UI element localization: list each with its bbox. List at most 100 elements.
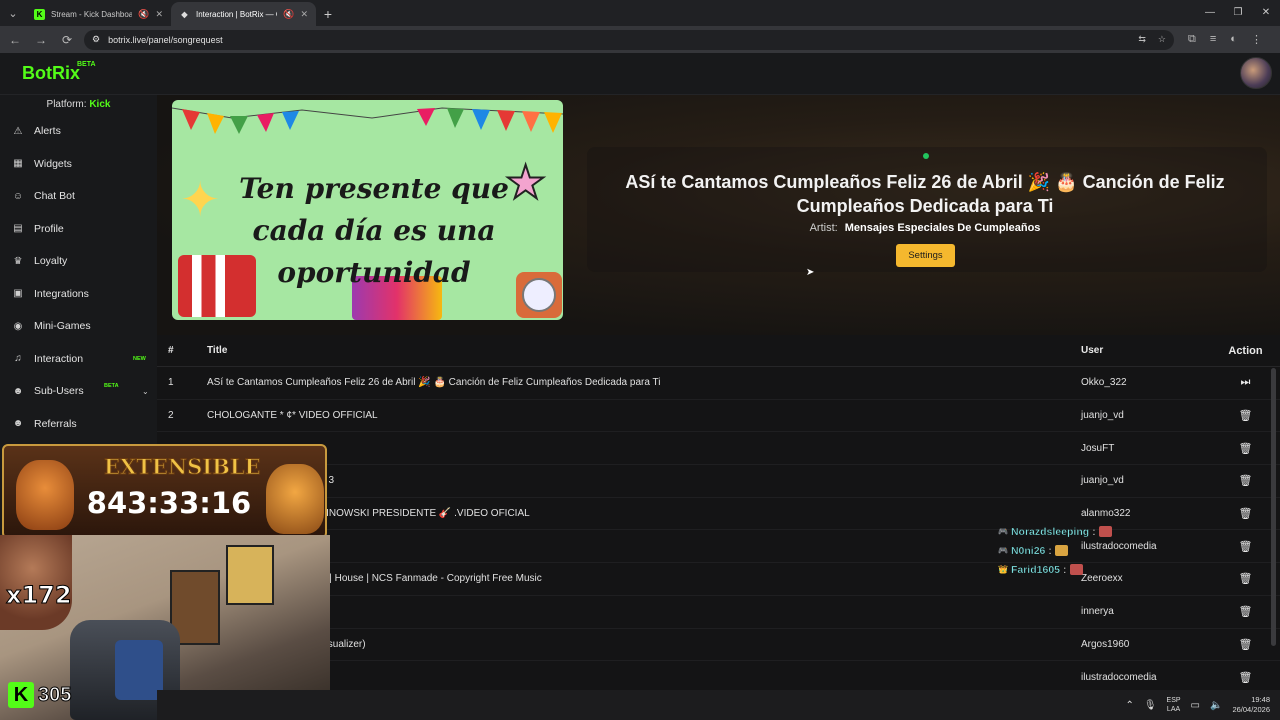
subathon-timer: EXTENSIBLE 843:33:16 bbox=[2, 444, 327, 539]
sidebar-item-label: Integrations bbox=[34, 287, 89, 300]
settings-button[interactable]: Settings bbox=[896, 244, 955, 267]
sidebar-item-label: Loyalty bbox=[34, 255, 68, 268]
chat-badge-icon: 🎮 bbox=[998, 546, 1008, 555]
artist-label: Artist: bbox=[809, 222, 838, 234]
alert-triangle-icon: ⚠ bbox=[13, 125, 23, 137]
chat-username: Farid1605 bbox=[1010, 563, 1060, 576]
sidebar-item-label: Profile bbox=[34, 222, 64, 235]
row-user: juanjo_vd bbox=[1081, 475, 1124, 487]
platform-indicator: Platform: Kick bbox=[0, 95, 157, 115]
live-indicator bbox=[923, 153, 929, 159]
botrix-logo[interactable]: BotRix bbox=[22, 63, 80, 84]
mouse-cursor-icon: ➤ bbox=[806, 267, 815, 278]
extensions-icon[interactable]: ⧉ bbox=[1188, 33, 1196, 46]
delete-icon[interactable]: 🗑 bbox=[1211, 474, 1280, 487]
user-avatar[interactable] bbox=[1240, 57, 1272, 89]
delete-icon[interactable]: 🗑 bbox=[1211, 572, 1280, 585]
tab-title: Interaction | BotRix — Clou bbox=[196, 9, 277, 19]
row-user: alanmo322 bbox=[1081, 508, 1131, 520]
close-tab-icon[interactable]: ✕ bbox=[300, 9, 308, 20]
chevron-down-icon[interactable]: ⌄ bbox=[142, 387, 149, 396]
chat-message: 🎮 Norazdsleeping : bbox=[998, 522, 1178, 541]
row-title: ft Machine Head (Official Visualizer) bbox=[207, 638, 366, 650]
delete-icon[interactable]: 🗑 bbox=[1211, 507, 1280, 520]
sidebar-item-chat-bot[interactable]: ☺ Chat Bot bbox=[0, 180, 157, 213]
tab-search-button[interactable]: ⌄ bbox=[0, 0, 26, 26]
delete-icon[interactable]: 🗑 bbox=[1211, 540, 1280, 553]
sidebar-item-interaction[interactable]: ♫ Interaction NEW bbox=[0, 343, 157, 376]
delete-icon[interactable]: 🗑 bbox=[1211, 442, 1280, 455]
wall-poster bbox=[226, 545, 274, 605]
delete-icon[interactable]: 🗑 bbox=[1211, 638, 1280, 651]
sidebar-item-mini-games[interactable]: ◉ Mini-Games bbox=[0, 310, 157, 343]
row-title: ASí te Cantamos Cumpleaños Feliz 26 de A… bbox=[207, 377, 661, 389]
chat-separator: : bbox=[1048, 544, 1052, 557]
id-card-icon: ▤ bbox=[13, 223, 23, 235]
now-playing-artist: Artist: Mensajes Especiales De Cumpleaño… bbox=[597, 222, 1253, 234]
logo-beta-badge: BETA bbox=[77, 61, 96, 68]
clock-time: 19:48 bbox=[1251, 695, 1270, 704]
users-icon: ☻ bbox=[12, 385, 24, 397]
monitor-icon[interactable]: ▭ bbox=[1191, 700, 1200, 711]
chat-message: 🎮 N0ni26 : bbox=[998, 541, 1178, 560]
lang-bottom: LAA bbox=[1166, 706, 1181, 713]
reload-icon[interactable]: ⟳ bbox=[58, 33, 76, 47]
bunting-decoration bbox=[172, 107, 563, 134]
chat-badge-icon: 👑 bbox=[998, 565, 1008, 574]
media-icon[interactable]: ≡ bbox=[1210, 33, 1216, 46]
sidebar-item-label: Sub-Users bbox=[34, 385, 84, 398]
profile-icon[interactable]: ◐ bbox=[1230, 33, 1237, 46]
delete-icon[interactable]: 🗑 bbox=[1211, 671, 1280, 684]
bookmark-star-icon[interactable]: ☆ bbox=[1158, 34, 1166, 45]
close-tab-icon[interactable]: ✕ bbox=[155, 9, 163, 20]
sidebar-item-profile[interactable]: ▤ Profile bbox=[0, 213, 157, 246]
row-user: juanjo_vd bbox=[1081, 410, 1124, 422]
sidebar-item-loyalty[interactable]: ♛ Loyalty bbox=[0, 245, 157, 278]
sidebar-item-alerts[interactable]: ⚠ Alerts bbox=[0, 115, 157, 148]
chevron-up-icon[interactable]: ⌃ bbox=[1125, 700, 1133, 711]
botrix-favicon-icon: ◆ bbox=[181, 9, 188, 19]
queue-scrollbar[interactable] bbox=[1271, 368, 1276, 646]
chat-overlay: 🎮 Norazdsleeping : 🎮 N0ni26 : 👑 Farid160… bbox=[998, 522, 1178, 579]
mute-icon[interactable]: 🔇 bbox=[283, 9, 294, 20]
app-header: BotRix BETA bbox=[0, 53, 1280, 95]
tab-kick-dashboard[interactable]: K Stream - Kick Dashboard 🔇 ✕ bbox=[26, 2, 171, 26]
mute-icon[interactable]: 🔇 bbox=[138, 9, 149, 20]
sidebar-item-referrals[interactable]: ☻ Referrals bbox=[0, 408, 157, 441]
row-user: Argos1960 bbox=[1081, 638, 1130, 650]
row-number: 2 bbox=[168, 410, 174, 422]
site-info-icon[interactable]: ⚙ bbox=[92, 34, 100, 45]
table-row: 1 ASí te Cantamos Cumpleaños Feliz 26 de… bbox=[157, 367, 1280, 400]
sidebar-item-label: Chat Bot bbox=[34, 190, 75, 203]
sidebar-item-sub-users[interactable]: ☻ Sub-Users BETA ⌄ bbox=[0, 375, 157, 408]
menu-icon[interactable]: ⋮ bbox=[1251, 33, 1262, 46]
viewer-count: 305 bbox=[37, 683, 72, 706]
sidebar-item-integrations[interactable]: ▣ Integrations bbox=[0, 278, 157, 311]
now-playing-hero: ✦ ★ Ten presente que cada día es una opo… bbox=[157, 95, 1280, 335]
sidebar-item-widgets[interactable]: ▦ Widgets bbox=[0, 148, 157, 181]
system-clock[interactable]: 19:48 26/04/2026 bbox=[1232, 695, 1270, 715]
platform-label: Platform: bbox=[46, 99, 87, 110]
row-user: JosuFT bbox=[1081, 442, 1115, 454]
grid-icon: ▦ bbox=[13, 158, 23, 170]
close-window-icon[interactable]: ✕ bbox=[1252, 0, 1280, 24]
microphone-icon[interactable]: 🎙 bbox=[1144, 700, 1157, 711]
speaker-icon[interactable]: 🔈 bbox=[1210, 700, 1222, 711]
maximize-icon[interactable]: ❐ bbox=[1224, 0, 1252, 24]
header-number: # bbox=[168, 345, 174, 356]
language-indicator[interactable]: ESP LAA bbox=[1167, 696, 1181, 714]
delete-icon[interactable]: 🗑 bbox=[1211, 605, 1280, 618]
stream-overlay: EXTENSIBLE 843:33:16 x172 K 305 bbox=[0, 440, 330, 720]
back-icon[interactable]: ← bbox=[6, 33, 24, 47]
minimize-icon[interactable]: — bbox=[1196, 0, 1224, 24]
translate-icon[interactable]: ⇆ bbox=[1138, 34, 1146, 45]
tab-botrix-interaction[interactable]: ◆ Interaction | BotRix — Clou 🔇 ✕ bbox=[171, 2, 316, 26]
delete-icon[interactable]: 🗑 bbox=[1211, 409, 1280, 422]
sidebar-item-label: Widgets bbox=[34, 157, 72, 170]
forward-icon[interactable]: → bbox=[32, 33, 50, 47]
skip-icon[interactable]: ⏭ bbox=[1211, 376, 1280, 389]
address-bar[interactable]: ⚙ botrix.live/panel/songrequest ⇆ ☆ bbox=[84, 29, 1174, 50]
trophy-icon: ♛ bbox=[13, 255, 23, 267]
timer-title: EXTENSIBLE bbox=[104, 454, 262, 480]
new-tab-button[interactable]: + bbox=[316, 2, 340, 26]
